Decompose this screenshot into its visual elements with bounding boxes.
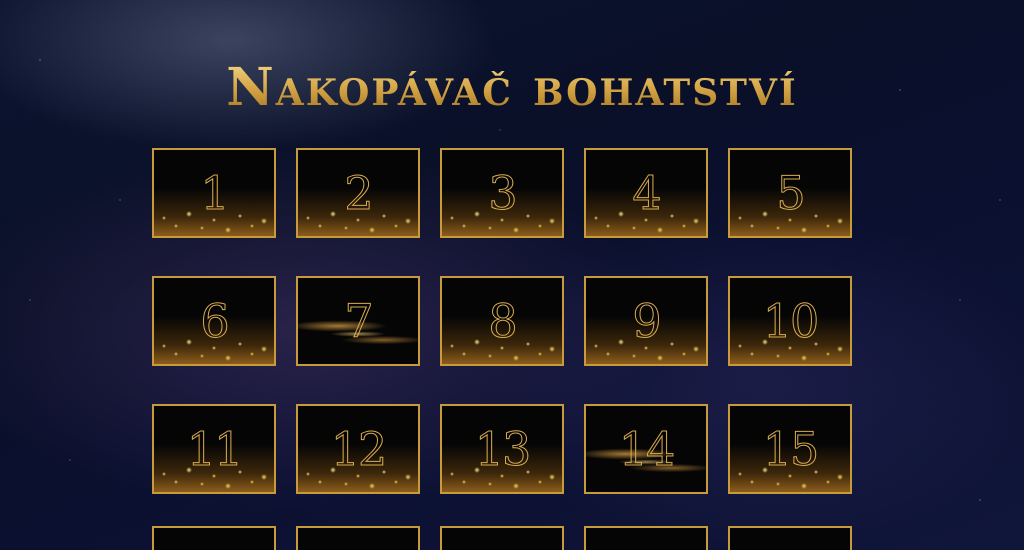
tile-number: 11 (186, 422, 244, 477)
calendar-tile-9[interactable]: 9 (584, 276, 708, 366)
calendar-tile-3[interactable]: 3 (440, 148, 564, 238)
calendar-tile-19[interactable] (584, 526, 708, 550)
tile-number: 7 (344, 294, 374, 349)
calendar-tile-8[interactable]: 8 (440, 276, 564, 366)
tile-number: 12 (330, 422, 388, 477)
calendar-tile-17[interactable] (296, 526, 420, 550)
calendar-tile-13[interactable]: 13 (440, 404, 564, 494)
calendar-tile-10[interactable]: 10 (728, 276, 852, 366)
calendar-tile-20[interactable] (728, 526, 852, 550)
calendar-tile-18[interactable] (440, 526, 564, 550)
tile-number: 4 (632, 166, 662, 221)
tile-number: 14 (618, 422, 676, 477)
calendar-tile-4[interactable]: 4 (584, 148, 708, 238)
tile-number: 10 (762, 294, 820, 349)
tile-number: 6 (200, 294, 230, 349)
calendar-tile-15[interactable]: 15 (728, 404, 852, 494)
tile-number: 3 (488, 166, 518, 221)
tile-number: 2 (344, 166, 374, 221)
calendar-row-partial (152, 526, 852, 550)
calendar-tile-16[interactable] (152, 526, 276, 550)
tile-number: 5 (776, 166, 806, 221)
tile-number: 1 (200, 166, 230, 221)
calendar-tile-5[interactable]: 5 (728, 148, 852, 238)
page-title: Nakopávač bohatství (0, 58, 1024, 118)
calendar-tile-2[interactable]: 2 (296, 148, 420, 238)
calendar-tile-11[interactable]: 11 (152, 404, 276, 494)
calendar-tile-7[interactable]: 7 (296, 276, 420, 366)
tile-number: 15 (762, 422, 820, 477)
calendar-tile-12[interactable]: 12 (296, 404, 420, 494)
tile-number: 8 (488, 294, 518, 349)
tile-number: 9 (632, 294, 662, 349)
calendar-tile-14[interactable]: 14 (584, 404, 708, 494)
calendar-tile-1[interactable]: 1 (152, 148, 276, 238)
tile-number: 13 (474, 422, 532, 477)
calendar-tile-6[interactable]: 6 (152, 276, 276, 366)
calendar-grid: 1 2 3 4 5 6 7 8 9 10 11 12 13 14 15 (152, 148, 852, 494)
